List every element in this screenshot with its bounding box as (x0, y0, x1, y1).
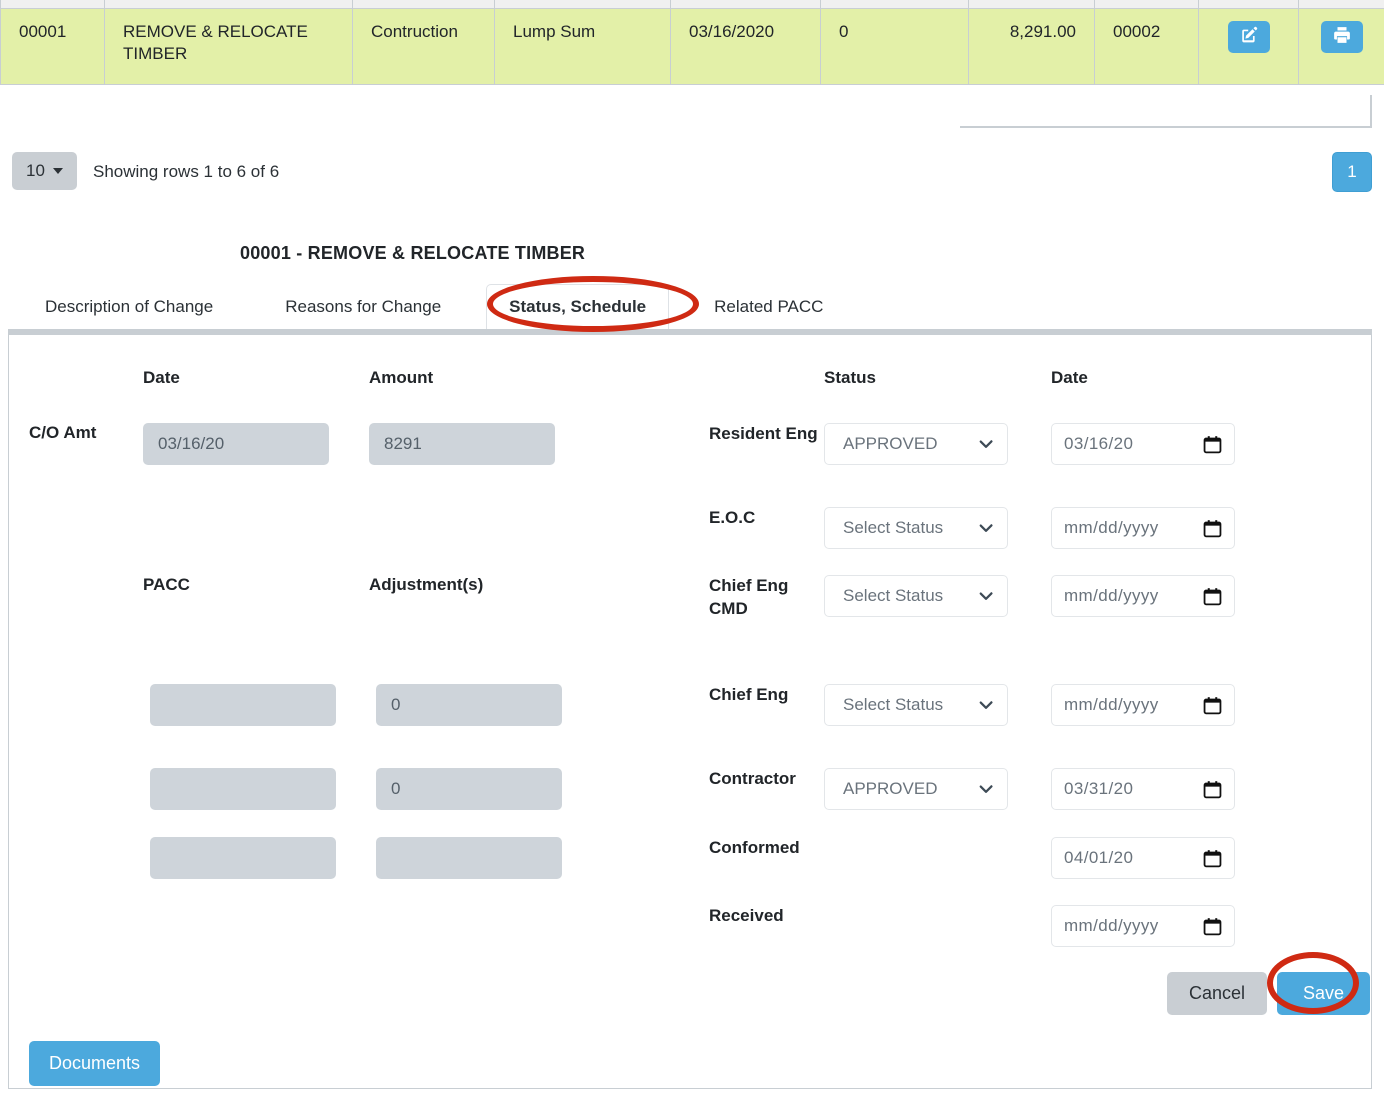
save-button[interactable]: Save (1277, 972, 1371, 1015)
pacc-input-1[interactable] (150, 684, 336, 726)
edit-pencil-icon (1240, 26, 1258, 47)
header-status: Status (824, 368, 876, 387)
cell-date: 03/16/2020 (670, 7, 821, 85)
status-schedule-panel: Date Amount PACC Adjustment(s) C/O Amt S… (8, 329, 1372, 1089)
cancel-button[interactable]: Cancel (1167, 972, 1268, 1015)
date-input-contractor-value: 03/31/20 (1064, 779, 1134, 798)
page-size-dropdown[interactable]: 10 (12, 152, 77, 190)
cell-type: Contruction (352, 7, 495, 85)
date-input-received-value: mm/dd/yyyy (1064, 916, 1159, 935)
status-select-eoc[interactable]: Select Status (824, 507, 1008, 549)
calendar-icon[interactable] (1203, 696, 1222, 715)
cell-days: 0 (820, 7, 969, 85)
header-date-right: Date (1051, 368, 1088, 387)
chevron-down-icon (977, 696, 995, 714)
status-select-chief-eng[interactable]: Select Status (824, 684, 1008, 726)
status-select-chief-eng-cmd[interactable]: Select Status (824, 575, 1008, 617)
adjustment-input-3[interactable] (376, 837, 562, 879)
date-input-chief-eng-value: mm/dd/yyyy (1064, 695, 1159, 714)
page-size-value: 10 (26, 161, 45, 180)
label-chief-eng-cmd: Chief Eng CMD (709, 576, 789, 618)
tab-related-pacc[interactable]: Related PACC (691, 284, 846, 329)
status-select-chief-eng-value: Select Status (843, 695, 944, 714)
tab-reasons-for-change[interactable]: Reasons for Change (262, 284, 464, 329)
calendar-icon[interactable] (1203, 849, 1222, 868)
date-input-conformed[interactable]: 04/01/20 (1051, 837, 1235, 879)
calendar-icon[interactable] (1203, 519, 1222, 538)
chevron-down-icon (977, 587, 995, 605)
status-select-chief-eng-cmd-value: Select Status (843, 586, 944, 605)
header-date-left: Date (143, 368, 180, 387)
caret-down-icon (52, 168, 63, 174)
pacc-input-2[interactable] (150, 768, 336, 810)
calendar-icon[interactable] (1203, 917, 1222, 936)
label-eoc: E.O.C (709, 508, 756, 527)
label-chief-eng: Chief Eng (709, 685, 789, 704)
date-input-resident-eng-value: 03/16/20 (1064, 434, 1134, 453)
date-input-resident-eng[interactable]: 03/16/20 (1051, 423, 1235, 465)
date-input-received[interactable]: mm/dd/yyyy (1051, 905, 1235, 947)
status-select-resident-eng[interactable]: APPROVED (824, 423, 1008, 465)
date-input-conformed-value: 04/01/20 (1064, 848, 1134, 867)
date-input-eoc[interactable]: mm/dd/yyyy (1051, 507, 1235, 549)
detail-title: 00001 - REMOVE & RELOCATE TIMBER (240, 243, 586, 263)
label-contractor: Contractor (709, 769, 796, 788)
chevron-down-icon (977, 519, 995, 537)
table-footer-divider (960, 95, 1372, 128)
cell-basis: Lump Sum (494, 7, 671, 85)
cell-edit-action[interactable] (1198, 7, 1299, 85)
date-input-chief-eng-cmd-value: mm/dd/yyyy (1064, 586, 1159, 605)
status-select-resident-eng-value: APPROVED (843, 434, 938, 453)
date-input-chief-eng-cmd[interactable]: mm/dd/yyyy (1051, 575, 1235, 617)
tab-description-of-change[interactable]: Description of Change (22, 284, 236, 329)
calendar-icon[interactable] (1203, 587, 1222, 606)
adjustment-input-2[interactable] (376, 768, 562, 810)
table-row[interactable]: 00001 REMOVE & RELOCATE TIMBER Contructi… (0, 7, 1384, 85)
date-input-chief-eng[interactable]: mm/dd/yyyy (1051, 684, 1235, 726)
co-amt-amount-input[interactable] (369, 423, 555, 465)
documents-button[interactable]: Documents (29, 1041, 161, 1086)
header-amount: Amount (369, 368, 434, 387)
page-root: 00001 REMOVE & RELOCATE TIMBER Contructi… (0, 0, 1384, 1110)
tab-status-schedule[interactable]: Status, Schedule (486, 283, 670, 329)
date-input-eoc-value: mm/dd/yyyy (1064, 518, 1159, 537)
status-select-eoc-value: Select Status (843, 518, 944, 537)
date-input-contractor[interactable]: 03/31/20 (1051, 768, 1235, 810)
header-pacc: PACC (143, 575, 190, 594)
header-adjustments: Adjustment(s) (369, 575, 484, 594)
page-button-1[interactable]: 1 (1332, 152, 1372, 192)
edit-row-button[interactable] (1227, 20, 1270, 53)
adjustment-input-1[interactable] (376, 684, 562, 726)
detail-tabs: Description of Change Reasons for Change… (0, 281, 1384, 329)
changes-table-container: 00001 REMOVE & RELOCATE TIMBER Contructi… (0, 0, 1384, 128)
cell-print-action[interactable] (1298, 7, 1384, 85)
pagination-bar: 10 Showing rows 1 to 6 of 6 1 (0, 152, 1384, 198)
cell-amount: 8,291.00 (968, 7, 1095, 85)
label-received: Received (709, 906, 784, 925)
chevron-down-icon (977, 435, 995, 453)
label-co-amt: C/O Amt (29, 423, 97, 442)
chevron-down-icon (977, 780, 995, 798)
cell-no: 00001 (0, 7, 105, 85)
print-row-button[interactable] (1320, 20, 1363, 53)
showing-rows-text: Showing rows 1 to 6 of 6 (93, 162, 280, 181)
status-select-contractor-value: APPROVED (843, 779, 938, 798)
co-amt-date-input[interactable] (143, 423, 329, 465)
table-row-previous-sliver (0, 0, 1384, 9)
calendar-icon[interactable] (1203, 780, 1222, 799)
status-select-contractor[interactable]: APPROVED (824, 768, 1008, 810)
calendar-icon[interactable] (1203, 435, 1222, 454)
pacc-input-3[interactable] (150, 837, 336, 879)
cell-description: REMOVE & RELOCATE TIMBER (104, 7, 353, 85)
printer-icon (1333, 26, 1351, 47)
label-resident-eng: Resident Eng (709, 424, 818, 443)
label-conformed: Conformed (709, 838, 800, 857)
changes-table: 00001 REMOVE & RELOCATE TIMBER Contructi… (0, 0, 1384, 85)
cell-pacc: 00002 (1094, 7, 1199, 85)
